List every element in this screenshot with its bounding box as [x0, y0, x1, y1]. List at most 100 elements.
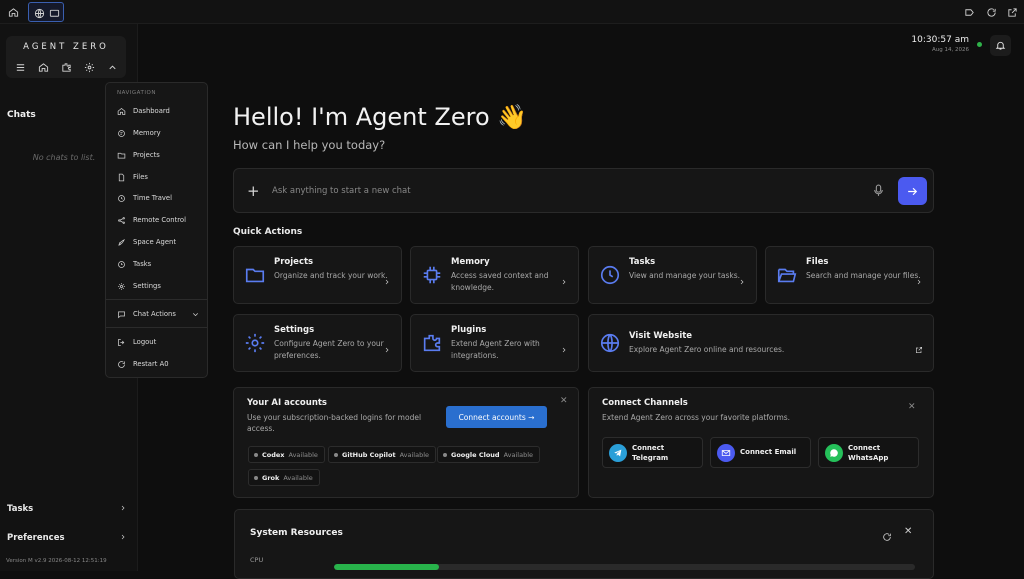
- card-desc: Explore Agent Zero online and resources.: [629, 345, 785, 354]
- channel-label: Connect Email: [740, 448, 797, 456]
- nav-item-label: Chat Actions: [133, 310, 176, 318]
- account-chip-github-copilot: GitHub Copilot Available: [328, 446, 436, 463]
- chevron-right-icon: [383, 339, 391, 358]
- chevron-down-icon: [192, 312, 199, 316]
- home-icon[interactable]: [37, 61, 50, 74]
- brand-logo: AGENT ZERO: [23, 42, 109, 52]
- nav-item-memory[interactable]: Memory: [117, 126, 202, 140]
- close-icon[interactable]: ✕: [560, 396, 568, 406]
- rocket-icon: [118, 238, 125, 246]
- chat-composer: +: [233, 168, 934, 213]
- connect-accounts-button[interactable]: Connect accounts →: [446, 406, 547, 428]
- card-title: Memory: [451, 257, 490, 267]
- card-desc: Extend Agent Zero with integrations.: [451, 339, 540, 360]
- connect-telegram-button[interactable]: Connect Telegram: [602, 437, 703, 468]
- nav-item-remote-control[interactable]: Remote Control: [117, 213, 202, 227]
- nav-item-time-travel[interactable]: Time Travel: [117, 191, 202, 205]
- ai-accounts-desc: Use your subscription-backed logins for …: [247, 413, 422, 433]
- nav-item-settings[interactable]: Settings: [117, 279, 202, 293]
- quick-action-projects[interactable]: Projects Organize and track your work.: [233, 246, 402, 304]
- quick-action-files[interactable]: Files Search and manage your files.: [765, 246, 934, 304]
- arrow-right-icon: [908, 187, 918, 195]
- external-link-icon: [915, 339, 923, 358]
- gear-icon[interactable]: [83, 61, 96, 74]
- nav-item-projects[interactable]: Projects: [117, 148, 202, 162]
- tasks-icon: [118, 260, 125, 268]
- nav-item-label: Memory: [133, 129, 161, 137]
- divider: [106, 299, 207, 300]
- greeting-subtitle: How can I help you today?: [233, 138, 386, 152]
- card-desc: Access saved context and knowledge.: [451, 271, 549, 292]
- quick-action-plugins[interactable]: Plugins Extend Agent Zero with integrati…: [410, 314, 579, 372]
- clock-date: Aug 14, 2026: [932, 47, 969, 53]
- nav-item-chat-actions[interactable]: Chat Actions: [117, 307, 202, 321]
- chevron-up-icon[interactable]: [106, 61, 119, 74]
- whatsapp-icon: [825, 444, 843, 462]
- divider: [106, 327, 207, 328]
- chevron-right-icon: [560, 271, 568, 290]
- chevron-right-icon: [119, 533, 127, 544]
- chevron-right-icon: [915, 271, 923, 290]
- menu-icon[interactable]: [14, 61, 27, 74]
- home-icon: [117, 107, 126, 115]
- notifications-button[interactable]: [990, 35, 1011, 56]
- folder-open-icon: [776, 264, 798, 286]
- chevron-right-icon: [119, 504, 127, 515]
- sidebar-preferences-label: Preferences: [7, 533, 65, 543]
- projects-icon: [117, 152, 126, 158]
- navigation-menu: NAVIGATION Dashboard Memory Projects Fil…: [105, 82, 208, 378]
- card-desc: View and manage your tasks.: [629, 271, 741, 280]
- nav-item-tasks[interactable]: Tasks: [117, 257, 202, 271]
- refresh-icon[interactable]: [882, 527, 894, 541]
- connect-channels-panel: Connect Channels Extend Agent Zero acros…: [588, 387, 934, 498]
- ai-accounts-title: Your AI accounts: [247, 398, 327, 408]
- channels-title: Connect Channels: [602, 398, 688, 408]
- quick-action-tasks[interactable]: Tasks View and manage your tasks.: [588, 246, 757, 304]
- close-icon[interactable]: ✕: [908, 402, 916, 412]
- card-title: Settings: [274, 325, 315, 335]
- nav-item-label: Projects: [133, 151, 160, 159]
- system-resources-panel: System Resources ✕ CPU: [234, 509, 934, 579]
- puzzle-icon[interactable]: [60, 61, 73, 74]
- navigation-heading: NAVIGATION: [117, 90, 156, 96]
- nav-item-label: Logout: [133, 338, 157, 346]
- cpu-usage-bar: [334, 564, 915, 570]
- nav-item-files[interactable]: Files: [117, 170, 202, 184]
- tag-icon[interactable]: [960, 3, 978, 21]
- card-title: Tasks: [629, 257, 656, 267]
- home-icon[interactable]: [4, 3, 22, 21]
- external-link-icon[interactable]: [1003, 3, 1021, 21]
- version-text: Version M v2.9 2026-08-12 12:51:19: [6, 558, 107, 564]
- settings-icon: [118, 282, 125, 290]
- nav-item-label: Remote Control: [133, 216, 186, 224]
- connect-whatsapp-button[interactable]: Connect WhatsApp: [818, 437, 919, 468]
- nav-item-label: Tasks: [133, 260, 152, 268]
- sidebar-tasks[interactable]: Tasks: [7, 504, 129, 514]
- telegram-icon: [609, 444, 627, 462]
- nav-item-restart[interactable]: Restart A0: [117, 357, 202, 371]
- quick-action-memory[interactable]: Memory Access saved context and knowledg…: [410, 246, 579, 304]
- chip-icon: [421, 264, 443, 286]
- microphone-icon[interactable]: [870, 182, 886, 198]
- nav-item-logout[interactable]: Logout: [117, 335, 202, 349]
- brand-panel: AGENT ZERO: [6, 36, 126, 78]
- nav-item-label: Time Travel: [133, 194, 172, 202]
- connect-email-button[interactable]: Connect Email: [710, 437, 811, 468]
- sidebar-preferences[interactable]: Preferences: [7, 533, 129, 543]
- quick-action-visit-website[interactable]: Visit Website Explore Agent Zero online …: [588, 314, 934, 372]
- remote-control-icon: [118, 216, 125, 224]
- nav-item-label: Restart A0: [133, 360, 169, 368]
- nav-item-space-agent[interactable]: Space Agent: [117, 235, 202, 249]
- send-button[interactable]: [898, 177, 927, 205]
- chevron-right-icon: [738, 271, 746, 290]
- card-desc: Search and manage your files.: [806, 271, 921, 280]
- bell-icon: [995, 41, 1006, 50]
- chat-input[interactable]: [272, 184, 832, 198]
- refresh-icon[interactable]: [982, 3, 1000, 21]
- close-icon[interactable]: ✕: [904, 526, 912, 537]
- nav-item-dashboard[interactable]: Dashboard: [117, 104, 202, 118]
- quick-action-settings[interactable]: Settings Configure Agent Zero to your pr…: [233, 314, 402, 372]
- monitor-icon[interactable]: [45, 4, 63, 22]
- card-desc: Configure Agent Zero to your preferences…: [274, 339, 384, 360]
- plus-icon[interactable]: +: [247, 182, 260, 200]
